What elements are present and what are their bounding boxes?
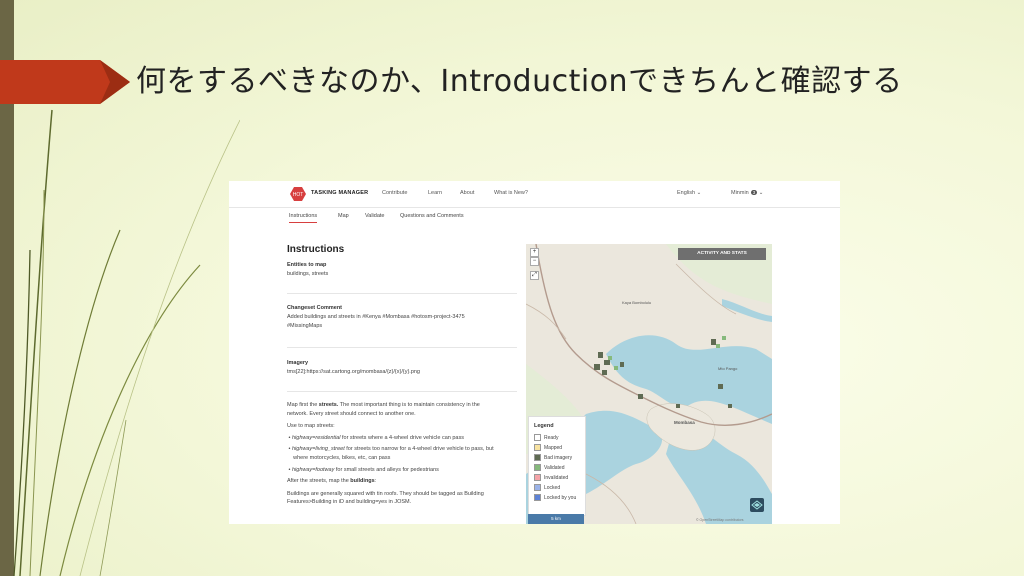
legend-swatch [534, 454, 541, 461]
changeset-line1: Added buildings and streets in #Kenya #M… [287, 314, 465, 320]
legend-label: Locked by you [544, 494, 577, 501]
layers-button[interactable] [750, 498, 764, 512]
divider [287, 293, 517, 294]
tab-instructions[interactable]: Instructions [289, 213, 318, 223]
map-scale: 5 km [528, 514, 584, 524]
changeset-line2: #MissingMaps [287, 323, 323, 329]
slide-title: 何をするべきなのか、Introductionできちんと確認する [136, 64, 903, 99]
project-tabs: Instructions Map Validate Questions and … [229, 208, 840, 226]
layers-icon [751, 500, 763, 510]
brand-name: TASKING MANAGER [311, 190, 369, 196]
zoom-in-button[interactable]: + [530, 248, 539, 257]
task-map[interactable]: Kaya Bombolulu Mombasa Mto Pango + − ⤢ A… [526, 244, 772, 524]
bullet-text: for streets too narrow for a 4-wheel dri… [344, 446, 494, 453]
legend-swatch [534, 474, 541, 481]
legend-item-ready: Ready [534, 434, 558, 441]
legend-item-mapped: Mapped [534, 444, 562, 451]
tab-map[interactable]: Map [338, 213, 349, 219]
tasking-manager-screenshot: HOT TASKING MANAGER Contribute Learn Abo… [229, 181, 840, 524]
user-menu[interactable]: Minmin 3 ⌄ [731, 190, 763, 196]
body-text: Map first the [287, 402, 319, 408]
body-text: Features>Building in iD and building=yes… [287, 499, 412, 506]
bullet-text: for streets where a 4-wheel drive vehicl… [340, 434, 464, 441]
body-bold: buildings [350, 478, 375, 485]
body-text: : [374, 478, 377, 485]
legend-label: Locked [544, 484, 561, 491]
nav-about[interactable]: About [460, 190, 474, 196]
chevron-down-icon: ⌄ [696, 190, 702, 196]
legend-swatch [534, 434, 541, 441]
top-navigation: HOT TASKING MANAGER Contribute Learn Abo… [229, 181, 840, 208]
body-bold: streets. [318, 402, 339, 408]
body-text: Buildings are generally squared with tin… [287, 490, 484, 497]
changeset-section: Changeset Comment Added buildings and st… [287, 304, 517, 331]
legend-label: Invalidated [544, 474, 569, 481]
body-text: The most important thing is to maintain … [338, 402, 480, 408]
fullscreen-icon[interactable]: ⤢ [530, 271, 539, 280]
body-text: After the streets, map the [287, 478, 351, 485]
legend-item-validated: Validated [534, 464, 564, 471]
tab-validate[interactable]: Validate [365, 213, 384, 219]
tag-footway: highway=footway [291, 466, 335, 473]
nav-contribute[interactable]: Contribute [382, 190, 407, 196]
legend-item-bad-imagery: Bad imagery [534, 454, 572, 461]
language-label: English [677, 190, 696, 196]
place-label: Mto Pango [718, 366, 738, 371]
bullet-text: where motorcycles, bikes, etc, can pass [293, 454, 391, 461]
legend-label: Bad imagery [544, 454, 573, 461]
entities-value: buildings, streets [287, 271, 329, 277]
legend-swatch [534, 444, 541, 451]
legend-label: Validated [544, 464, 565, 471]
legend-swatch [534, 494, 541, 501]
entities-label: Entities to map [287, 262, 327, 268]
place-label: Mombasa [674, 420, 695, 425]
svg-text:HOT: HOT [293, 192, 304, 198]
divider [287, 391, 517, 392]
hot-logo-icon: HOT [290, 187, 306, 201]
zoom-out-button[interactable]: − [530, 257, 539, 266]
entities-section: Entities to map buildings, streets [287, 261, 517, 279]
place-label: Kaya Bombolulu [622, 300, 652, 305]
legend-title: Legend [534, 423, 554, 429]
tag-living-street: highway=living_street [291, 446, 345, 453]
title-arrow-decoration [0, 60, 130, 104]
map-legend: Legend Ready Mapped Bad imagery Validate… [528, 416, 586, 516]
language-selector[interactable]: English ⌄ [677, 190, 701, 196]
nav-whats-new[interactable]: What is New? [494, 190, 528, 196]
legend-item-locked: Locked [534, 484, 560, 491]
legend-item-locked-by-you: Locked by you [534, 494, 576, 501]
changeset-label: Changeset Comment [287, 305, 343, 311]
bullet-text: for small streets and alleys for pedestr… [334, 466, 439, 473]
legend-item-invalidated: Invalidated [534, 474, 568, 481]
map-attribution: © OpenStreetMap contributors [696, 518, 744, 522]
activity-stats-button[interactable]: ACTIVITY AND STATS [678, 248, 766, 260]
body-text: network. Every street should connect to … [287, 410, 416, 417]
tag-residential: highway=residential [291, 434, 341, 441]
tab-questions-comments[interactable]: Questions and Comments [400, 213, 464, 219]
divider [287, 347, 517, 348]
chevron-down-icon: ⌄ [758, 190, 764, 196]
instructions-heading: Instructions [287, 244, 345, 255]
notification-badge: 3 [750, 190, 758, 195]
imagery-section: Imagery tms[22]:https://sat.cartong.org/… [287, 359, 517, 377]
user-name: Minmin [731, 190, 749, 196]
body-text: Use to map streets: [287, 423, 335, 430]
imagery-label: Imagery [287, 360, 309, 366]
nav-learn[interactable]: Learn [428, 190, 442, 196]
legend-swatch [534, 464, 541, 471]
legend-label: Mapped [544, 444, 563, 451]
legend-swatch [534, 484, 541, 491]
imagery-value: tms[22]:https://sat.cartong.org/mombasa/… [287, 369, 420, 375]
instructions-body: Map first the streets. The most importan… [287, 402, 494, 506]
legend-label: Ready [544, 434, 559, 441]
